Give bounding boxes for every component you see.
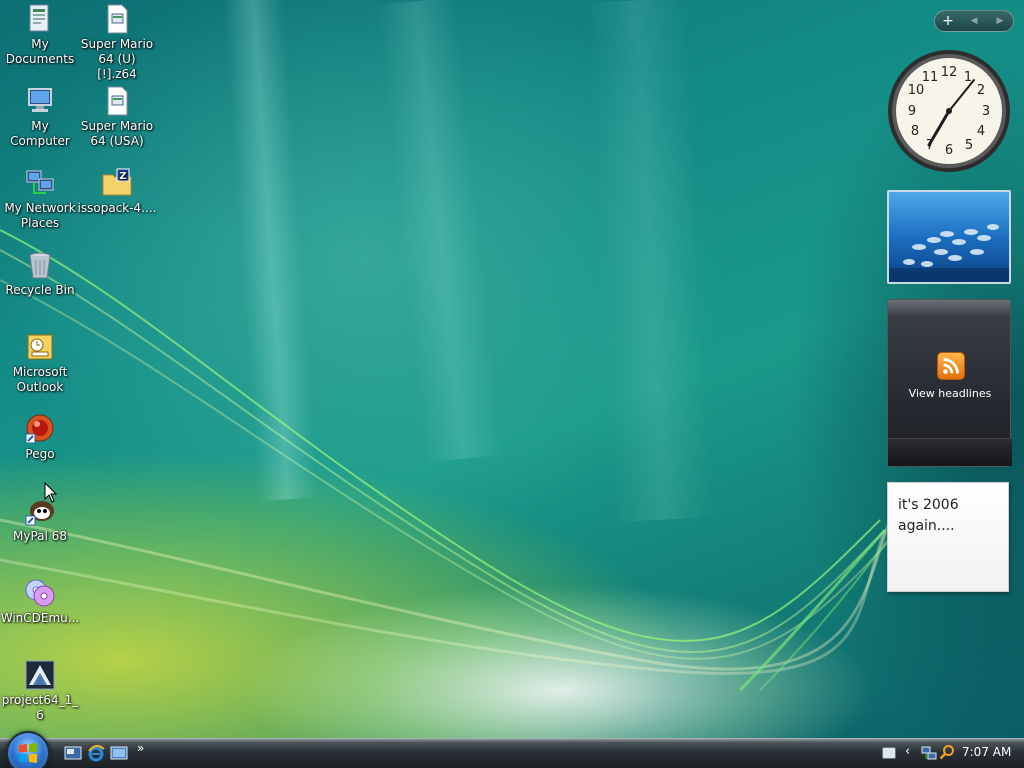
clock-numeral: 10 <box>908 83 925 98</box>
desktop-icon-label: Super Mario 64 (USA) <box>80 119 154 148</box>
notes-gadget[interactable]: it's 2006 again.... <box>887 482 1009 592</box>
file-icon <box>107 4 128 34</box>
clock-numeral: 9 <box>908 104 916 119</box>
feed-footer <box>888 438 1012 466</box>
clock-numeral: 2 <box>977 83 985 98</box>
switch-windows-icon[interactable] <box>110 744 128 762</box>
note-text-line: again.... <box>898 518 955 534</box>
desktop-icon-label: MyPal 68 <box>13 529 67 543</box>
rss-icon <box>937 352 965 380</box>
start-button[interactable] <box>6 731 50 768</box>
desktop-icon-label: Microsoft Outlook <box>12 365 68 394</box>
desktop-icon-recycle-bin[interactable]: Recycle Bin <box>0 249 80 298</box>
wallpaper-streak <box>376 0 504 463</box>
desktop-icon-super-mario-z64[interactable]: Super Mario 64 (U) [!].z64 <box>77 3 157 82</box>
desktop-icon-label: issopack-4.... <box>77 201 157 215</box>
show-desktop-icon[interactable] <box>64 744 82 762</box>
desktop-icon-label: Pego <box>25 447 55 461</box>
clock-numeral: 11 <box>922 70 939 85</box>
desktop-icon-issopack[interactable]: Z issopack-4.... <box>77 167 157 216</box>
sidebar-controls: + ◀ ▶ <box>934 10 1014 32</box>
slideshow-gadget[interactable] <box>887 190 1011 284</box>
desktop-icon-label: Super Mario 64 (U) [!].z64 <box>80 37 154 81</box>
network-icon <box>26 170 54 194</box>
clock-numeral: 8 <box>911 124 919 139</box>
desktop-icon-label: Recycle Bin <box>5 283 75 297</box>
wallpaper-streak <box>586 0 714 523</box>
prev-gadget-button[interactable]: ◀ <box>961 11 987 31</box>
svg-text:Z: Z <box>119 171 126 182</box>
computer-icon <box>28 88 52 112</box>
taskbar <box>0 738 1024 768</box>
clock-numeral: 5 <box>965 138 973 153</box>
desktop-icon-pego[interactable]: Pego <box>0 413 80 462</box>
outlook-icon <box>27 334 53 360</box>
desktop-icon-mypal[interactable]: MyPal 68 <box>0 495 80 544</box>
clock-numeral: 6 <box>945 143 953 158</box>
wallpaper-streak <box>221 0 319 502</box>
desktop-icon-my-documents[interactable]: My Documents <box>0 3 80 67</box>
next-gadget-button[interactable]: ▶ <box>987 11 1013 31</box>
mouse-cursor-icon <box>44 482 58 503</box>
desktop-icon-label: My Network Places <box>4 201 76 230</box>
show-hidden-icons-button[interactable]: ‹ <box>905 744 910 759</box>
zip-folder-icon: Z <box>102 168 132 196</box>
internet-explorer-icon[interactable] <box>87 744 105 762</box>
recycle-bin-icon <box>29 252 51 279</box>
clock-gadget[interactable]: 12 1 2 3 4 5 6 7 8 9 10 11 <box>886 48 1012 174</box>
desktop-icon-super-mario-usa[interactable]: Super Mario 64 (USA) <box>77 85 157 149</box>
clock-numeral: 3 <box>982 104 990 119</box>
desktop-icon-label: WinCDEmu... <box>0 611 80 625</box>
desktop-icon-label: My Computer <box>10 119 70 148</box>
view-headlines-link[interactable]: View headlines <box>888 387 1012 400</box>
desktop-icon-wincdemu[interactable]: WinCDEmu... <box>0 577 80 626</box>
quick-launch-more-button[interactable]: » <box>137 741 144 755</box>
add-gadget-button[interactable]: + <box>935 11 961 31</box>
desktop-icon-label: My Documents <box>5 37 75 66</box>
note-text-line: it's 2006 <box>898 497 959 513</box>
wincdemu-icon <box>25 579 55 607</box>
pego-icon <box>25 414 54 444</box>
project64-icon <box>25 660 55 690</box>
clock-numeral: 4 <box>977 124 985 139</box>
desktop-icon-label: project64_1_6 <box>1 693 79 722</box>
my-documents-icon <box>29 4 49 32</box>
feed-headlines-gadget[interactable]: View headlines <box>887 299 1012 467</box>
clock-numeral: 12 <box>941 65 958 80</box>
windows-orb-icon <box>19 743 37 763</box>
file-icon <box>107 86 128 116</box>
slideshow-fish-image <box>889 192 1009 282</box>
desktop-icon-project64[interactable]: project64_1_6 <box>0 659 80 723</box>
search-icon[interactable] <box>939 744 955 760</box>
desktop-icon-my-computer[interactable]: My Computer <box>0 85 80 149</box>
keyboard-icon[interactable] <box>882 747 896 759</box>
desktop-icon-microsoft-outlook[interactable]: Microsoft Outlook <box>0 331 80 395</box>
network-tray-icon[interactable] <box>921 745 937 761</box>
taskbar-clock[interactable]: 7:07 AM <box>962 745 1011 759</box>
desktop-icon-my-network-places[interactable]: My Network Places <box>0 167 80 231</box>
